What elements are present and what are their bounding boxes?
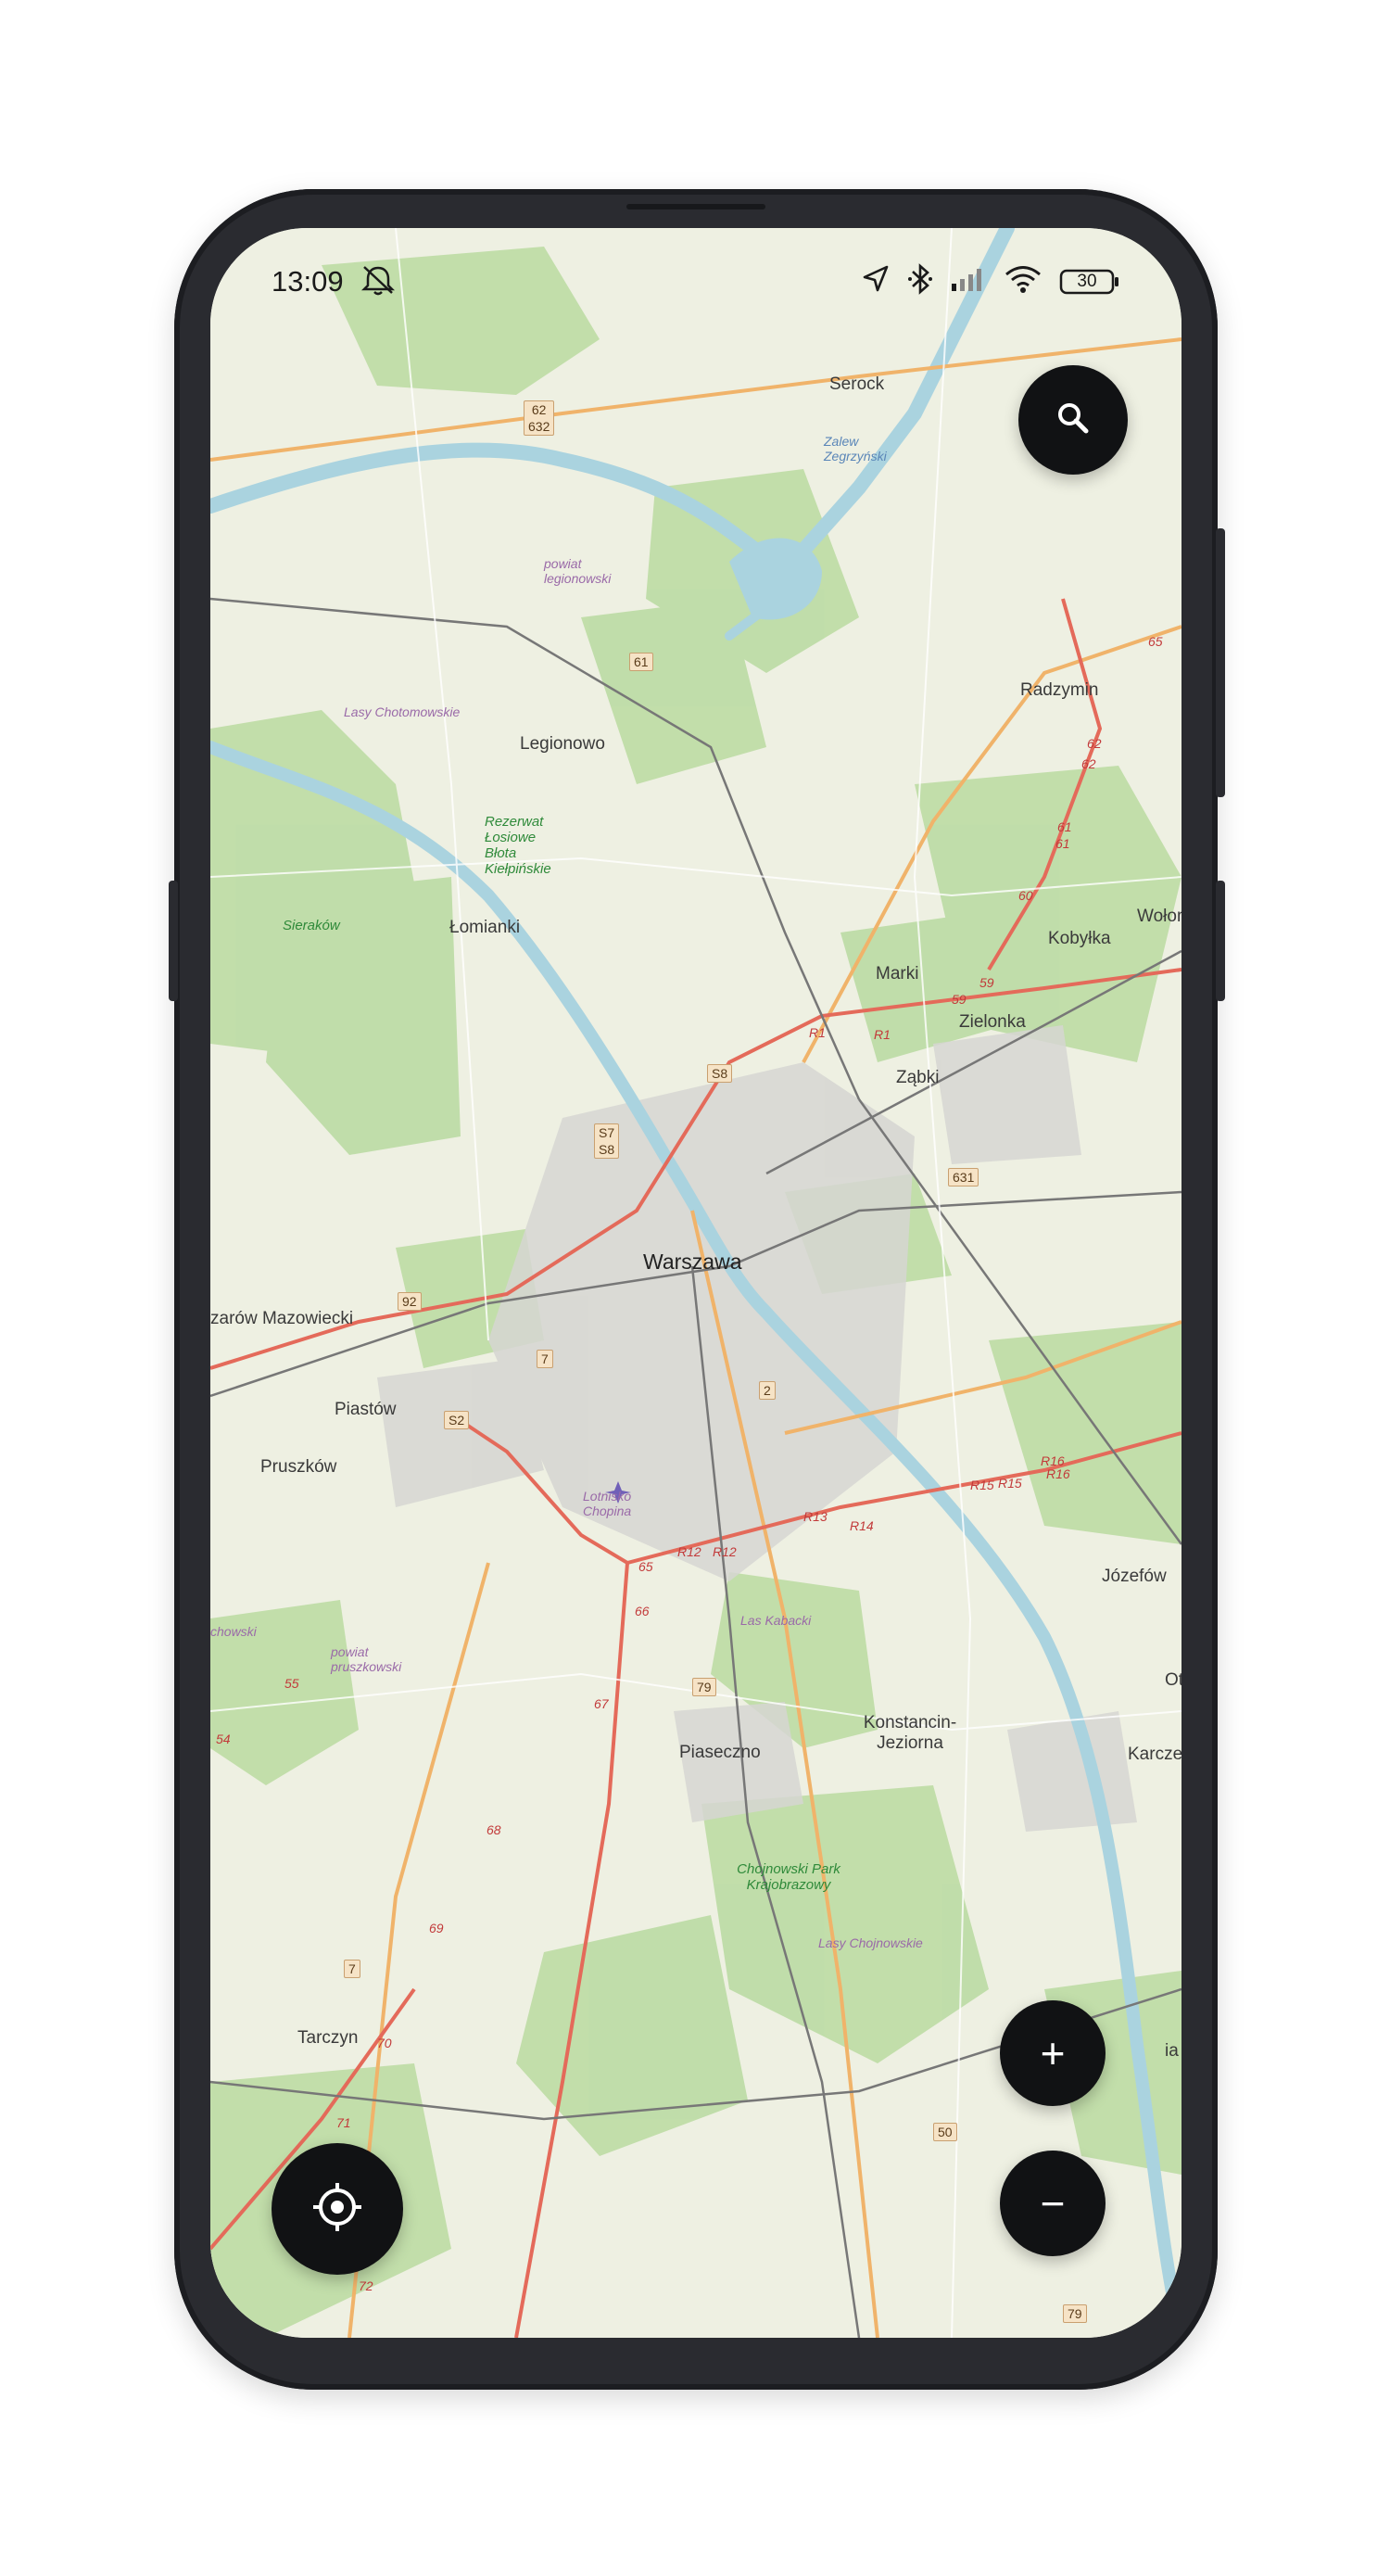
map-label-tarczyn: Tarczyn [297, 2028, 359, 2048]
road-shield: 631 [948, 1168, 979, 1186]
route-label: R12 [677, 1544, 701, 1559]
map-label-serock: Serock [829, 374, 885, 394]
map-label-sierakow: Sieraków [283, 918, 340, 933]
route-label: 59 [979, 975, 994, 990]
volume-button [169, 881, 178, 1001]
road-shield: S8 [707, 1064, 733, 1083]
wifi-icon [1004, 264, 1042, 298]
map-label-zalew: Zalew Zegrzyński [824, 434, 887, 463]
minus-icon: − [1040, 2179, 1066, 2227]
route-label: R1 [809, 1025, 826, 1040]
route-label: R16 [1046, 1466, 1070, 1481]
road-shield: 79 [692, 1678, 716, 1696]
route-label: 61 [1055, 836, 1070, 851]
map-label-ia: ia [1165, 2041, 1179, 2061]
route-label: 61 [1057, 819, 1072, 834]
map-label-legionowo: Legionowo [520, 734, 605, 754]
status-bar: 13:09 30 [210, 228, 1182, 321]
route-label: R15 [998, 1476, 1022, 1491]
map-label-ochowski: chowski [210, 1624, 257, 1639]
route-label: 65 [638, 1559, 653, 1574]
search-button[interactable] [1018, 365, 1128, 475]
route-label: 71 [336, 2115, 351, 2130]
map-label-ozarow: zarów Mazowiecki [210, 1309, 354, 1328]
route-label: R15 [970, 1478, 994, 1492]
route-label: R1 [874, 1027, 891, 1042]
status-time: 13:09 [272, 265, 344, 298]
road-shield: 7 [537, 1350, 553, 1368]
zoom-out-button[interactable]: − [1000, 2151, 1106, 2256]
route-label: 65 [1148, 634, 1163, 649]
road-shield: 92 [398, 1292, 422, 1311]
map-label-chojnowski: Chojnowski Park Krajobrazowy [737, 1861, 840, 1893]
route-label: 59 [952, 992, 967, 1007]
location-arrow-icon [861, 264, 891, 298]
road-shield: 7 [344, 1960, 360, 1978]
map-label-zabki: Ząbki [896, 1068, 940, 1087]
route-label: R13 [803, 1509, 828, 1524]
route-label: 62 [1087, 736, 1102, 751]
battery-icon: 30 [1059, 269, 1120, 295]
battery-level: 30 [1077, 271, 1097, 291]
map-label-marki: Marki [876, 964, 919, 983]
route-label: 70 [377, 2036, 392, 2050]
map-label-pruszkow: Pruszków [260, 1457, 337, 1477]
route-label: 68 [486, 1822, 501, 1837]
map-label-piastow: Piastów [335, 1400, 397, 1419]
bluetooth-icon [907, 263, 933, 299]
road-shield: S7 S8 [594, 1123, 620, 1159]
map-label-lomianki: Łomianki [449, 918, 521, 937]
zoom-in-button[interactable]: + [1000, 2000, 1106, 2106]
phone-screen: Serock Zalew Zegrzyński powiat legionows… [210, 228, 1182, 2338]
map-label-powiat-legionowski: powiat legionowski [544, 556, 612, 586]
route-label: R12 [713, 1544, 737, 1559]
route-label: 62 [1081, 756, 1096, 771]
route-label: 69 [429, 1921, 444, 1935]
route-label: R14 [850, 1518, 874, 1533]
map-label-las-kabacki: Las Kabacki [740, 1613, 812, 1628]
map-label-jozefow: Józefów [1102, 1567, 1167, 1586]
route-label: 66 [635, 1604, 650, 1618]
map-label-karczew: Karczew [1128, 1745, 1182, 1764]
map-label-warszawa: Warszawa [643, 1250, 742, 1274]
plus-icon: + [1040, 2029, 1066, 2077]
map-label-piaseczno: Piaseczno [679, 1743, 761, 1762]
map-label-konstancin: Konstancin-Jeziorna [863, 1713, 957, 1753]
speaker-grille [626, 204, 765, 209]
route-label: 67 [594, 1696, 609, 1711]
side-button [1216, 881, 1225, 1001]
map-label-lotnisko: Lotnisko Chopina [583, 1489, 632, 1518]
map-label-radzymin: Radzymin [1020, 680, 1099, 700]
map-label-ot: Ot [1165, 1670, 1182, 1690]
map-label-rezerwat: Rezerwat Łosiowe Błota Kiełpińskie [485, 814, 551, 877]
road-shield: 50 [933, 2123, 957, 2141]
road-shield: 2 [759, 1381, 776, 1400]
map-label-lasy-chotomowskie: Lasy Chotomowskie [344, 704, 461, 719]
route-label: 60 [1018, 888, 1033, 903]
route-label: 72 [359, 2278, 373, 2293]
road-shield: 79 [1063, 2304, 1087, 2323]
map-label-zielonka: Zielonka [959, 1012, 1026, 1032]
my-location-icon [310, 2179, 365, 2240]
map-label-lasy-chojnowskie: Lasy Chojnowskie [818, 1935, 923, 1950]
search-icon [1055, 400, 1092, 441]
road-shield: 61 [629, 653, 653, 671]
power-button [1216, 528, 1225, 797]
map-label-powiat-pruszkowski: powiat pruszkowski [331, 1644, 402, 1674]
map-label-kobylka: Kobyłka [1048, 929, 1111, 948]
map-label-wolomin: Wołom [1137, 907, 1182, 926]
route-label: 54 [216, 1732, 231, 1746]
my-location-button[interactable] [272, 2143, 403, 2275]
road-shield: S2 [444, 1411, 470, 1429]
signal-icon [950, 265, 987, 298]
road-shield: 62 632 [524, 400, 555, 436]
route-label: 55 [284, 1676, 299, 1691]
bell-muted-icon [359, 263, 398, 301]
